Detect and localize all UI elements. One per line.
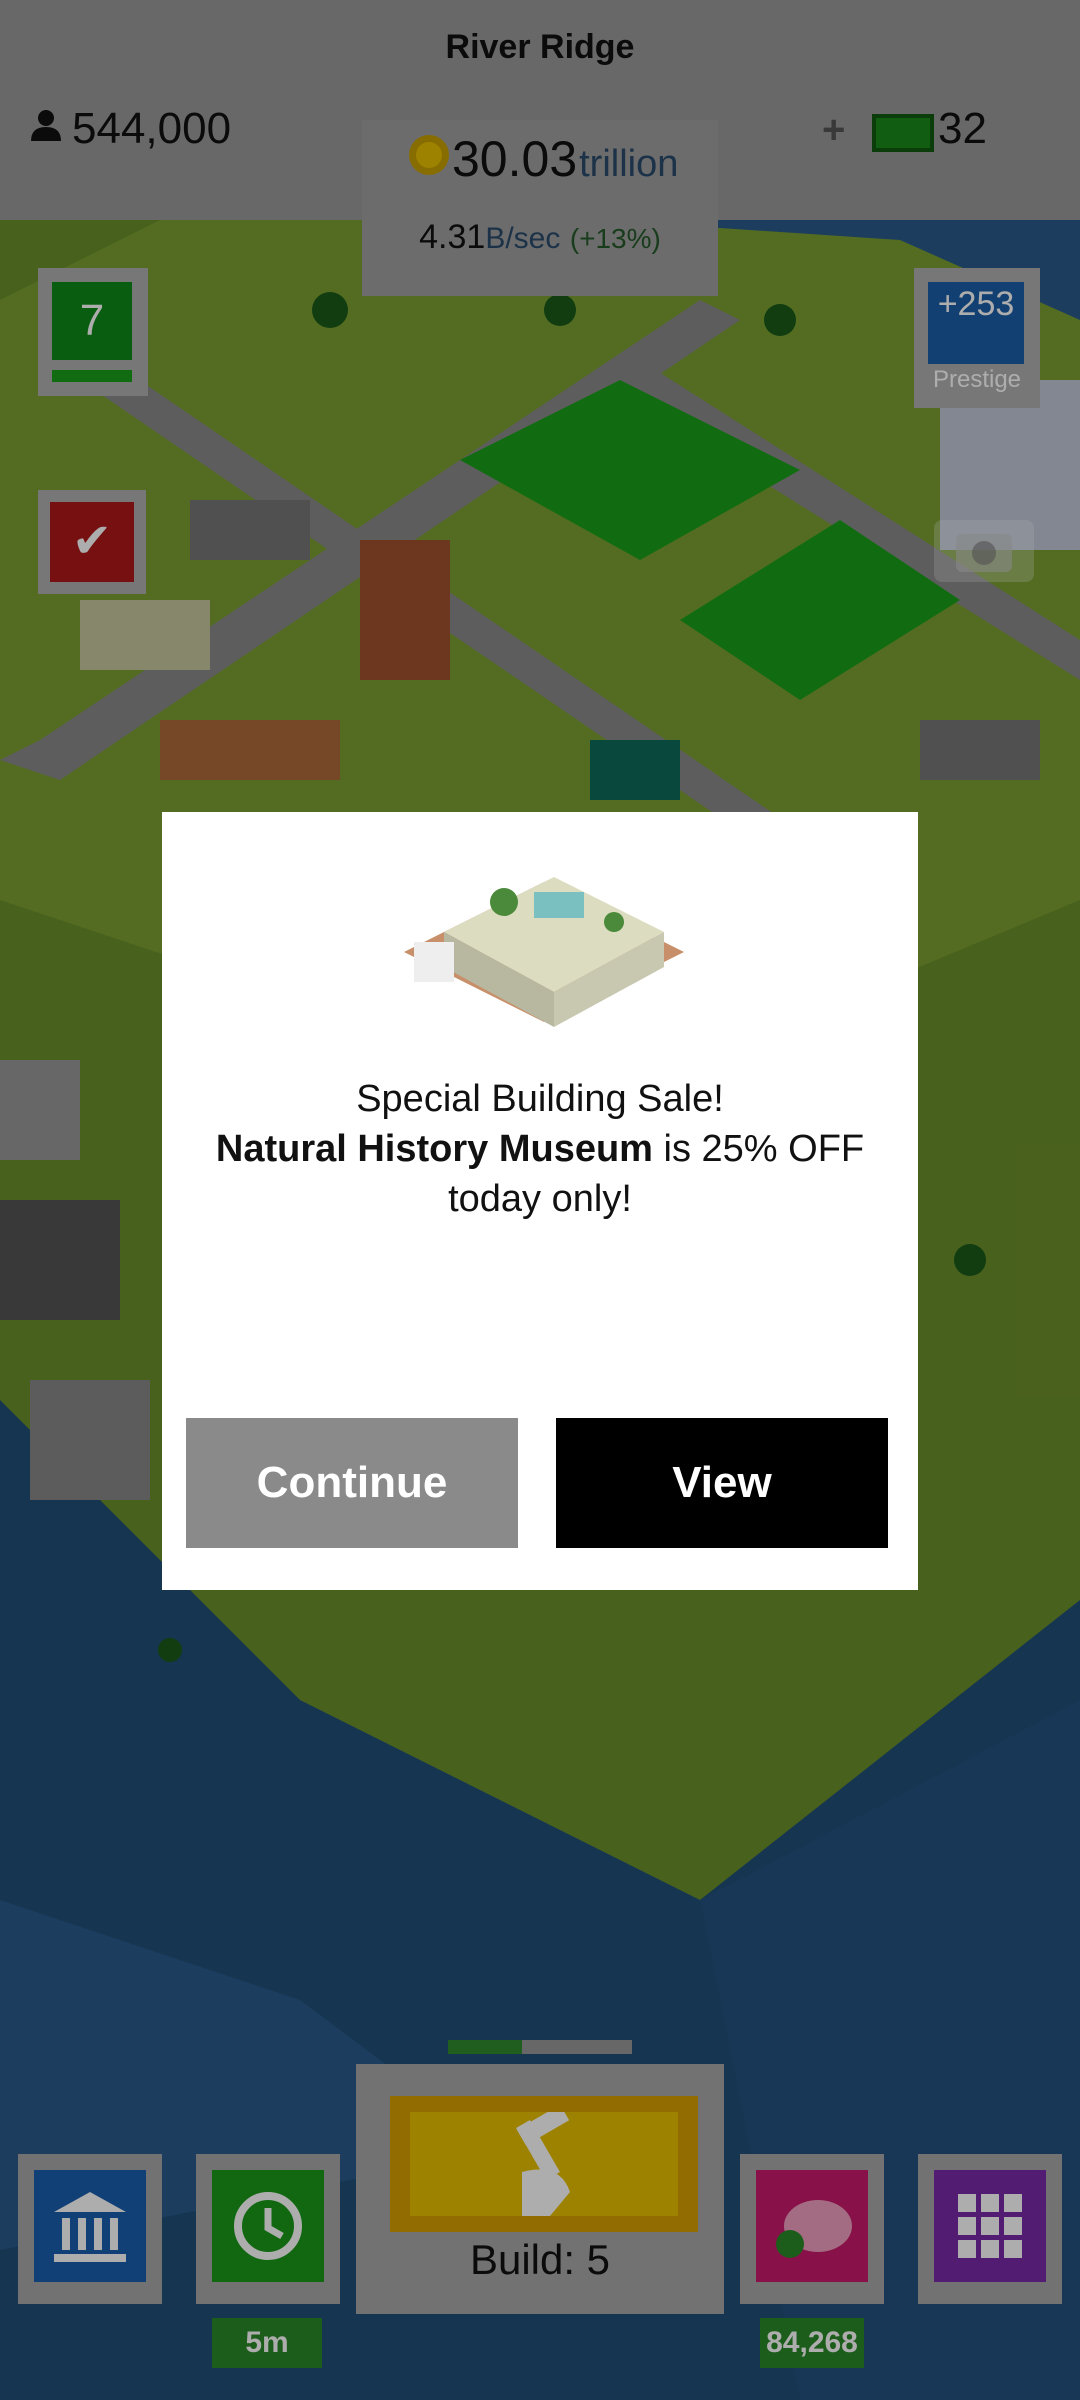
sale-title: Special Building Sale!: [356, 1078, 724, 1120]
continue-button[interactable]: Continue: [186, 1418, 518, 1548]
sale-duration: today only!: [448, 1178, 632, 1220]
sale-message: Special Building Sale! Natural History M…: [192, 1074, 888, 1224]
sale-dialog: Special Building Sale! Natural History M…: [162, 812, 918, 1590]
discount-text: is 25% OFF: [652, 1128, 865, 1170]
view-button[interactable]: View: [556, 1418, 888, 1548]
building-name: Natural History Museum: [215, 1128, 653, 1170]
museum-image: [384, 822, 704, 1032]
sale-detail: Natural History Museum is 25% OFF: [192, 1124, 888, 1174]
